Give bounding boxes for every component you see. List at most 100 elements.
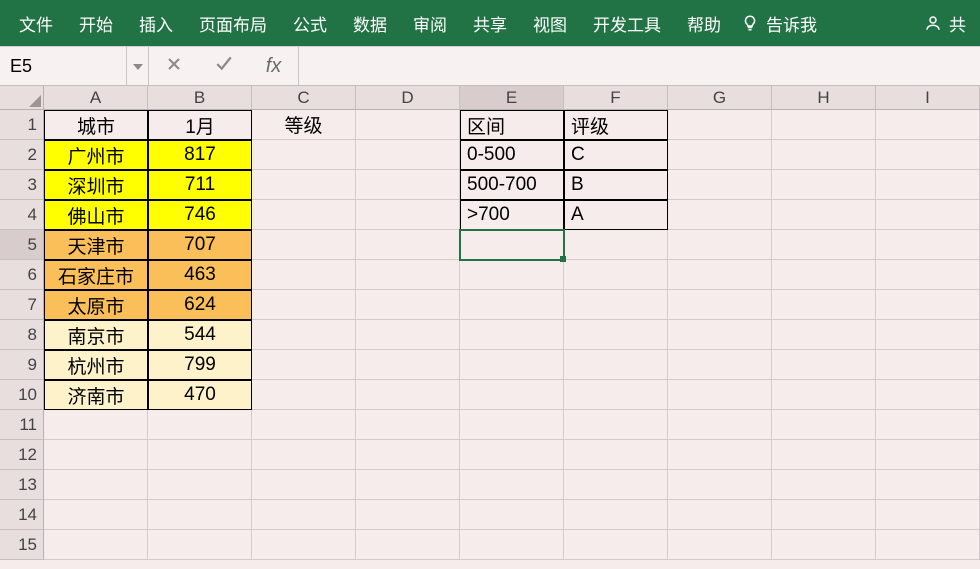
row-header-12[interactable]: 12 [0, 440, 44, 470]
cell-F8[interactable] [564, 320, 668, 350]
row-header-4[interactable]: 4 [0, 200, 44, 230]
cell-G9[interactable] [668, 350, 772, 380]
cell-A6[interactable]: 石家庄市 [44, 260, 148, 290]
cell-I14[interactable] [876, 500, 980, 530]
cell-B12[interactable] [148, 440, 252, 470]
cell-C6[interactable] [252, 260, 356, 290]
cell-H15[interactable] [772, 530, 876, 560]
row-header-9[interactable]: 9 [0, 350, 44, 380]
cell-I2[interactable] [876, 140, 980, 170]
cell-E2[interactable]: 0-500 [460, 140, 564, 170]
cell-E6[interactable] [460, 260, 564, 290]
row-header-13[interactable]: 13 [0, 470, 44, 500]
cell-A8[interactable]: 南京市 [44, 320, 148, 350]
cell-F4[interactable]: A [564, 200, 668, 230]
cell-B1[interactable]: 1月 [148, 110, 252, 140]
cell-I8[interactable] [876, 320, 980, 350]
insert-function-button[interactable]: fx [249, 47, 299, 85]
cell-I3[interactable] [876, 170, 980, 200]
cell-G1[interactable] [668, 110, 772, 140]
namebox-dropdown[interactable] [127, 47, 149, 85]
cell-I9[interactable] [876, 350, 980, 380]
cell-H8[interactable] [772, 320, 876, 350]
col-header-A[interactable]: A [44, 86, 148, 110]
cell-B13[interactable] [148, 470, 252, 500]
cell-C14[interactable] [252, 500, 356, 530]
cell-D6[interactable] [356, 260, 460, 290]
cell-E10[interactable] [460, 380, 564, 410]
cell-H5[interactable] [772, 230, 876, 260]
row-header-2[interactable]: 2 [0, 140, 44, 170]
cell-A10[interactable]: 济南市 [44, 380, 148, 410]
tab-file[interactable]: 文件 [6, 0, 66, 46]
cell-D2[interactable] [356, 140, 460, 170]
cell-H11[interactable] [772, 410, 876, 440]
tab-formulas[interactable]: 公式 [280, 0, 340, 46]
cell-B6[interactable]: 463 [148, 260, 252, 290]
cell-B10[interactable]: 470 [148, 380, 252, 410]
cell-I12[interactable] [876, 440, 980, 470]
cell-C11[interactable] [252, 410, 356, 440]
cell-D9[interactable] [356, 350, 460, 380]
cell-G5[interactable] [668, 230, 772, 260]
cell-G6[interactable] [668, 260, 772, 290]
cell-A13[interactable] [44, 470, 148, 500]
cell-C3[interactable] [252, 170, 356, 200]
cell-A2[interactable]: 广州市 [44, 140, 148, 170]
cell-A4[interactable]: 佛山市 [44, 200, 148, 230]
col-header-H[interactable]: H [772, 86, 876, 110]
cell-E4[interactable]: >700 [460, 200, 564, 230]
cell-F6[interactable] [564, 260, 668, 290]
row-header-1[interactable]: 1 [0, 110, 44, 140]
cell-D11[interactable] [356, 410, 460, 440]
cell-H13[interactable] [772, 470, 876, 500]
cell-E11[interactable] [460, 410, 564, 440]
cell-A12[interactable] [44, 440, 148, 470]
row-header-14[interactable]: 14 [0, 500, 44, 530]
cell-F10[interactable] [564, 380, 668, 410]
cell-D14[interactable] [356, 500, 460, 530]
tab-data[interactable]: 数据 [340, 0, 400, 46]
row-header-5[interactable]: 5 [0, 230, 44, 260]
tab-devtools[interactable]: 开发工具 [580, 0, 674, 46]
cell-B5[interactable]: 707 [148, 230, 252, 260]
cell-D10[interactable] [356, 380, 460, 410]
cell-H4[interactable] [772, 200, 876, 230]
cell-C1[interactable]: 等级 [252, 110, 356, 140]
cell-F9[interactable] [564, 350, 668, 380]
col-header-I[interactable]: I [876, 86, 980, 110]
cell-D4[interactable] [356, 200, 460, 230]
cell-H9[interactable] [772, 350, 876, 380]
cell-A3[interactable]: 深圳市 [44, 170, 148, 200]
cell-E15[interactable] [460, 530, 564, 560]
col-header-D[interactable]: D [356, 86, 460, 110]
cell-A11[interactable] [44, 410, 148, 440]
row-header-11[interactable]: 11 [0, 410, 44, 440]
cell-C8[interactable] [252, 320, 356, 350]
cell-C7[interactable] [252, 290, 356, 320]
cell-I5[interactable] [876, 230, 980, 260]
sheet-area[interactable]: ABCDEFGHI1城市1月等级区间评级2广州市8170-500C3深圳市711… [0, 86, 980, 569]
cell-I7[interactable] [876, 290, 980, 320]
cancel-button[interactable] [149, 47, 199, 85]
cell-A14[interactable] [44, 500, 148, 530]
cell-A5[interactable]: 天津市 [44, 230, 148, 260]
cell-H14[interactable] [772, 500, 876, 530]
cell-F7[interactable] [564, 290, 668, 320]
cell-E3[interactable]: 500-700 [460, 170, 564, 200]
row-header-7[interactable]: 7 [0, 290, 44, 320]
cell-G15[interactable] [668, 530, 772, 560]
cell-D13[interactable] [356, 470, 460, 500]
cell-I15[interactable] [876, 530, 980, 560]
row-header-15[interactable]: 15 [0, 530, 44, 560]
cell-I13[interactable] [876, 470, 980, 500]
row-header-6[interactable]: 6 [0, 260, 44, 290]
row-header-3[interactable]: 3 [0, 170, 44, 200]
cell-C5[interactable] [252, 230, 356, 260]
share-button[interactable]: 共 [917, 0, 974, 46]
cell-B8[interactable]: 544 [148, 320, 252, 350]
cell-G3[interactable] [668, 170, 772, 200]
cell-E7[interactable] [460, 290, 564, 320]
name-box[interactable] [0, 47, 126, 85]
cell-A1[interactable]: 城市 [44, 110, 148, 140]
